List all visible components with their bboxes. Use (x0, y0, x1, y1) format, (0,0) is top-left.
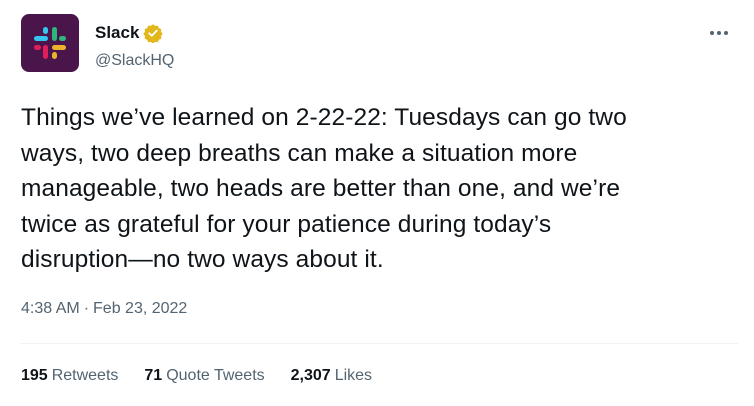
avatar[interactable] (21, 14, 79, 72)
more-horizontal-icon[interactable] (707, 26, 731, 40)
divider (21, 343, 738, 344)
tweet-time[interactable]: 4:38 AM (21, 300, 80, 318)
retweets-label: Retweets (51, 367, 119, 384)
quote-tweets-stat[interactable]: 71 Quote Tweets (144, 367, 264, 385)
tweet-date[interactable]: Feb 23, 2022 (93, 300, 187, 318)
tweet-text-line: twice as grateful for your patience duri… (21, 210, 552, 238)
tweet-card: Slack @SlackHQ Things we’ve learned on 2… (0, 0, 754, 406)
retweets-count: 195 (21, 367, 48, 384)
verified-badge-icon (143, 24, 164, 43)
likes-count: 2,307 (290, 367, 331, 384)
tweet-timestamp: 4:38 AM · Feb 23, 2022 (21, 300, 187, 318)
quote-tweets-count: 71 (144, 367, 163, 384)
account-handle[interactable]: @SlackHQ (95, 52, 174, 70)
tweet-text: Things we’ve learned on 2-22-22: Tuesday… (21, 100, 736, 278)
slack-logo-icon (34, 27, 66, 59)
timestamp-separator: · (83, 300, 90, 317)
quote-tweets-label: Quote Tweets (166, 367, 265, 384)
tweet-text-line: manageable, two heads are better than on… (21, 175, 621, 202)
display-name[interactable]: Slack (95, 23, 139, 43)
author-name-row: Slack (95, 23, 164, 43)
tweet-text-line: disruption—no two ways about it. (21, 246, 384, 273)
retweets-stat[interactable]: 195 Retweets (21, 367, 118, 385)
engagement-stats: 195 Retweets 71 Quote Tweets 2,307 Likes (21, 367, 372, 385)
likes-label: Likes (334, 367, 373, 384)
tweet-text-line: ways, two deep breaths can make a situat… (21, 139, 578, 167)
tweet-text-line: Things we’ve learned on 2-22-22: Tuesday… (21, 104, 627, 131)
likes-stat[interactable]: 2,307 Likes (291, 367, 372, 385)
